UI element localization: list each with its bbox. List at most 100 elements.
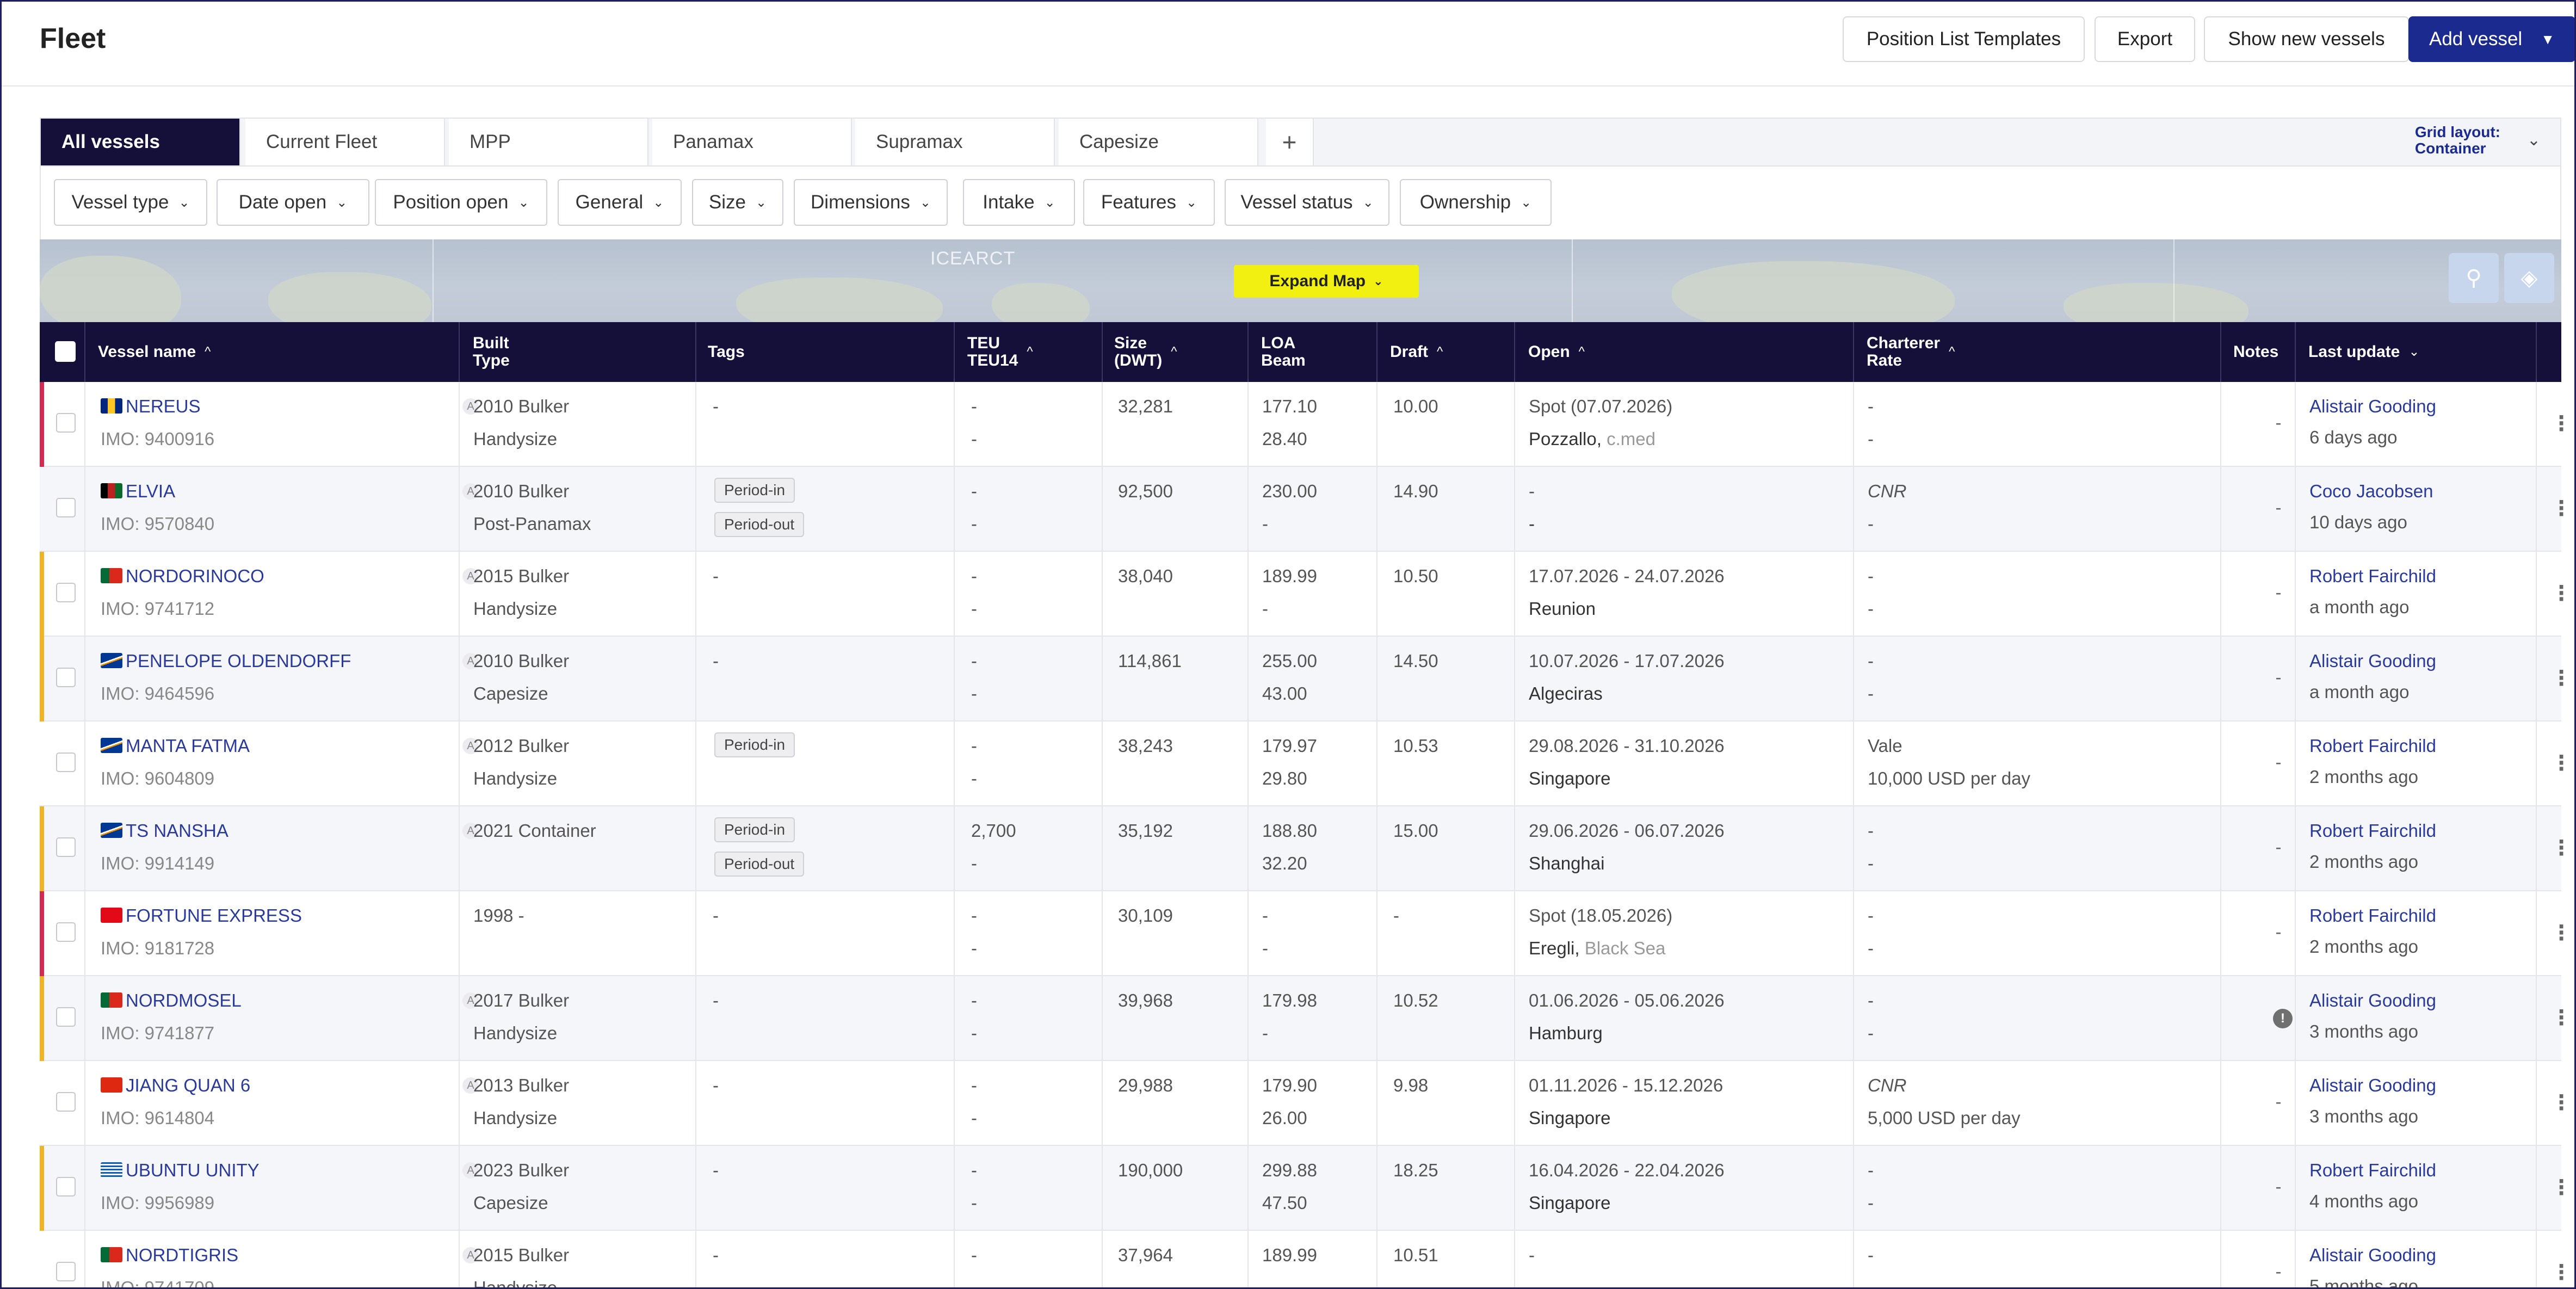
row-menu-icon[interactable]: ⋮	[2551, 581, 2572, 606]
tag-chip[interactable]: Period-out	[714, 512, 805, 537]
vessel-name-link[interactable]: TS NANSHA	[126, 821, 228, 841]
notes-value[interactable]: -	[2257, 752, 2300, 773]
table-row[interactable]: PENELOPE OLDENDORFF IMO: 9464596 A 2010 Bul…	[40, 637, 2572, 721]
tab-mpp[interactable]: MPP	[449, 119, 648, 165]
vessel-name-link[interactable]: JIANG QUAN 6	[126, 1075, 250, 1096]
table-row[interactable]: NORDTIGRIS IMO: 9741709 A 2015 Bulker Handys…	[40, 1231, 2572, 1287]
col-teu[interactable]: TEU TEU14 ^	[967, 322, 1033, 382]
col-open[interactable]: Open ^	[1528, 322, 1585, 382]
map-strip[interactable]: ICEARCT Expand Map ⌄ ⚲ ◈	[40, 239, 2561, 322]
col-built-type[interactable]: Built Type	[473, 322, 510, 382]
show-new-vessels-button[interactable]: Show new vessels	[2204, 16, 2409, 62]
updated-by-link[interactable]: Robert Fairchild	[2309, 566, 2436, 587]
row-checkbox[interactable]	[56, 413, 76, 433]
updated-by-link[interactable]: Robert Fairchild	[2309, 821, 2436, 841]
row-menu-icon[interactable]: ⋮	[2551, 921, 2572, 945]
filter-ownership[interactable]: Ownership ⌄	[1400, 179, 1552, 226]
row-checkbox[interactable]	[56, 837, 76, 857]
position-list-templates-button[interactable]: Position List Templates	[1843, 16, 2085, 62]
updated-by-link[interactable]: Robert Fairchild	[2309, 1160, 2436, 1181]
col-charterer-rate[interactable]: Charterer Rate ^	[1867, 322, 1955, 382]
filter-date-open[interactable]: Date open ⌄	[217, 179, 369, 226]
row-menu-icon[interactable]: ⋮	[2551, 411, 2572, 436]
row-menu-icon[interactable]: ⋮	[2551, 1006, 2572, 1030]
filter-features[interactable]: Features ⌄	[1083, 179, 1215, 226]
notes-value[interactable]: -	[2257, 1091, 2300, 1112]
notes-value[interactable]: -	[2257, 412, 2300, 433]
row-checkbox[interactable]	[56, 498, 76, 517]
expand-map-button[interactable]: Expand Map ⌄	[1234, 265, 1419, 298]
notes-value[interactable]: -	[2257, 1261, 2300, 1282]
tab-supramax[interactable]: Supramax	[855, 119, 1055, 165]
vessel-name-link[interactable]: ELVIA	[126, 481, 175, 502]
col-tags[interactable]: Tags	[708, 322, 745, 382]
tag-chip[interactable]: Period-in	[714, 817, 795, 842]
tab-capesize[interactable]: Capesize	[1059, 119, 1258, 165]
row-menu-icon[interactable]: ⋮	[2551, 1175, 2572, 1200]
table-row[interactable]: NEREUS IMO: 9400916 A 2010 Bulker Handysize -…	[40, 382, 2572, 467]
table-row[interactable]: JIANG QUAN 6 IMO: 9614804 A 2013 Bulker Hand…	[40, 1061, 2572, 1146]
add-vessel-button[interactable]: Add vessel ▼	[2408, 16, 2574, 62]
table-row[interactable]: UBUNTU UNITY IMO: 9956989 A 2023 Bulker Cape…	[40, 1146, 2572, 1231]
add-tab-button[interactable]: +	[1266, 119, 1314, 165]
filter-vessel-status[interactable]: Vessel status ⌄	[1225, 179, 1389, 226]
notes-value[interactable]: -	[2257, 497, 2300, 518]
notes-value[interactable]: -	[2257, 667, 2300, 688]
tag-chip[interactable]: Period-in	[714, 732, 795, 757]
row-menu-icon[interactable]: ⋮	[2551, 751, 2572, 775]
row-menu-icon[interactable]: ⋮	[2551, 496, 2572, 521]
row-menu-icon[interactable]: ⋮	[2551, 1260, 2572, 1285]
row-menu-icon[interactable]: ⋮	[2551, 666, 2572, 690]
vessel-name-link[interactable]: NEREUS	[126, 396, 201, 417]
vessel-name-link[interactable]: PENELOPE OLDENDORFF	[126, 651, 351, 671]
table-row[interactable]: NORDMOSEL IMO: 9741877 A 2017 Bulker Handysi…	[40, 976, 2572, 1061]
notes-value[interactable]: -	[2257, 837, 2300, 858]
vessel-name-link[interactable]: NORDORINOCO	[126, 566, 264, 587]
table-row[interactable]: NORDORINOCO IMO: 9741712 A 2015 Bulker Handy…	[40, 552, 2572, 637]
row-checkbox[interactable]	[56, 753, 76, 772]
notes-value[interactable]: -	[2257, 922, 2300, 942]
vessel-name-link[interactable]: FORTUNE EXPRESS	[126, 905, 302, 926]
col-draft[interactable]: Draft ^	[1390, 322, 1443, 382]
map-pin-icon[interactable]: ⚲	[2449, 253, 2499, 303]
row-checkbox[interactable]	[56, 1177, 76, 1197]
grid-layout-selector[interactable]: Grid layout: Container	[2415, 124, 2500, 157]
row-checkbox[interactable]	[56, 668, 76, 687]
map-layers-icon[interactable]: ◈	[2504, 253, 2554, 303]
updated-by-link[interactable]: Robert Fairchild	[2309, 905, 2436, 926]
row-menu-icon[interactable]: ⋮	[2551, 1090, 2572, 1115]
updated-by-link[interactable]: Robert Fairchild	[2309, 736, 2436, 756]
updated-by-link[interactable]: Alistair Gooding	[2309, 990, 2436, 1011]
col-loa-beam[interactable]: LOA Beam	[1261, 322, 1306, 382]
tab-all-vessels[interactable]: All vessels	[41, 119, 240, 165]
row-menu-icon[interactable]: ⋮	[2551, 836, 2572, 860]
row-checkbox[interactable]	[56, 1262, 76, 1281]
col-last-update[interactable]: Last update ⌄	[2308, 322, 2419, 382]
chevron-down-icon[interactable]: ⌄	[2527, 131, 2541, 150]
table-row[interactable]: FORTUNE EXPRESS IMO: 9181728 1998 - - - - 30,1…	[40, 891, 2572, 976]
caret-down-icon[interactable]: ▼	[2541, 31, 2555, 48]
filter-general[interactable]: General ⌄	[558, 179, 682, 226]
col-notes[interactable]: Notes	[2233, 322, 2278, 382]
notes-value[interactable]: -	[2257, 1176, 2300, 1197]
row-checkbox[interactable]	[56, 583, 76, 602]
vessel-name-link[interactable]: MANTA FATMA	[126, 736, 250, 756]
note-alert-icon[interactable]: !	[2273, 1009, 2293, 1028]
updated-by-link[interactable]: Alistair Gooding	[2309, 651, 2436, 671]
updated-by-link[interactable]: Coco Jacobsen	[2309, 481, 2433, 502]
select-all-checkbox[interactable]	[55, 341, 76, 362]
col-size[interactable]: Size (DWT) ^	[1114, 322, 1177, 382]
row-checkbox[interactable]	[56, 922, 76, 942]
filter-intake[interactable]: Intake ⌄	[963, 179, 1075, 226]
notes-value[interactable]: -	[2257, 582, 2300, 603]
vessel-name-link[interactable]: NORDTIGRIS	[126, 1245, 238, 1266]
tab-panamax[interactable]: Panamax	[652, 119, 852, 165]
vessel-name-link[interactable]: UBUNTU UNITY	[126, 1160, 260, 1181]
tag-chip[interactable]: Period-in	[714, 478, 795, 503]
export-button[interactable]: Export	[2095, 16, 2195, 62]
row-checkbox[interactable]	[56, 1092, 76, 1112]
vessel-name-link[interactable]: NORDMOSEL	[126, 990, 242, 1011]
filter-position-open[interactable]: Position open ⌄	[375, 179, 547, 226]
updated-by-link[interactable]: Alistair Gooding	[2309, 396, 2436, 417]
updated-by-link[interactable]: Alistair Gooding	[2309, 1245, 2436, 1266]
